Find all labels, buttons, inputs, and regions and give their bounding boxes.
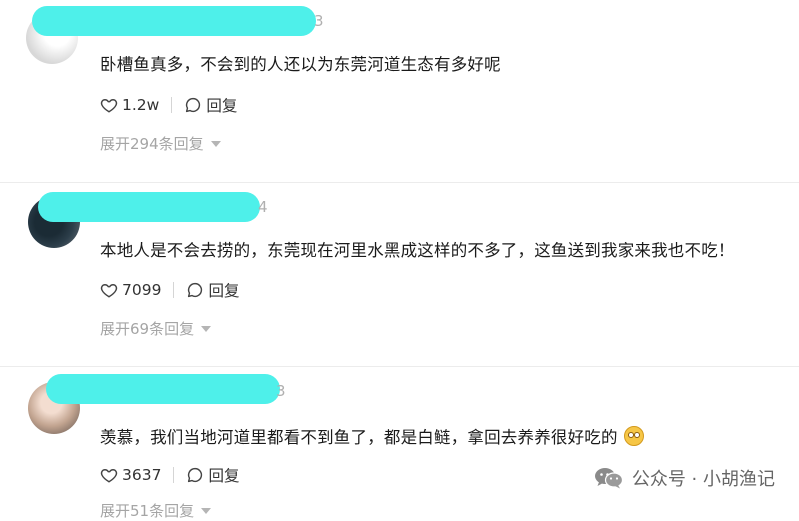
comment-text: 卧槽鱼真多，不会到的人还以为东莞河道生态有多好呢 <box>100 55 501 74</box>
expand-replies-button[interactable]: 展开294条回复 <box>100 133 221 154</box>
reply-label: 回复 <box>206 97 238 115</box>
heart-icon <box>100 99 118 113</box>
reply-bubble-icon <box>186 97 201 113</box>
comment-actions: 7099 回复 <box>100 279 239 301</box>
comment-actions: 1.2w 回复 <box>100 94 237 116</box>
like-count: 1.2w <box>122 96 160 114</box>
comment-item: 4 本地人是不会去捞的，东莞现在河里水黑成这样的不多了，这鱼送到我家来我也不吃！… <box>0 186 799 366</box>
comment-text-body: 羡慕，我们当地河道里都看不到鱼了，都是白鲢，拿回去养养很好吃的 <box>100 428 618 447</box>
expand-replies-label: 展开294条回复 <box>100 135 204 153</box>
like-count: 3637 <box>122 466 162 484</box>
reply-button[interactable]: 回复 <box>186 279 239 301</box>
divider <box>173 467 175 483</box>
heart-icon <box>100 469 118 483</box>
heart-icon <box>100 284 118 298</box>
expand-replies-button[interactable]: 展开69条回复 <box>100 318 212 339</box>
comment-actions: 3637 回复 <box>100 464 239 486</box>
reply-bubble-icon <box>188 282 203 298</box>
like-button[interactable]: 1.2w <box>100 96 159 114</box>
divider <box>171 97 173 113</box>
username-tail: 3 <box>276 382 286 400</box>
comment-text: 本地人是不会去捞的，东莞现在河里水黑成这样的不多了，这鱼送到我家来我也不吃！ <box>100 241 735 260</box>
username-redacted[interactable] <box>46 374 280 404</box>
watermark-label: 公众号 · 小胡渔记 <box>631 469 775 490</box>
reply-label: 回复 <box>208 467 240 485</box>
watermark: 公众号 · 小胡渔记 <box>594 465 775 491</box>
comment-divider <box>0 366 799 367</box>
divider <box>173 282 175 298</box>
username-redacted[interactable] <box>38 192 260 222</box>
wechat-icon <box>594 468 623 489</box>
username-redacted[interactable] <box>32 6 316 36</box>
expand-replies-label: 展开69条回复 <box>100 320 195 338</box>
reply-button[interactable]: 回复 <box>186 464 239 486</box>
comment-item: 3 卧槽鱼真多，不会到的人还以为东莞河道生态有多好呢 1.2w 回复 展开294… <box>0 0 799 180</box>
reply-button[interactable]: 回复 <box>184 94 237 116</box>
chevron-down-icon <box>201 325 212 332</box>
drooling-emoji-icon <box>623 426 644 446</box>
username-tail: 3 <box>314 12 324 30</box>
like-button[interactable]: 7099 <box>100 281 161 299</box>
username-tail: 4 <box>258 198 268 216</box>
reply-label: 回复 <box>208 282 240 300</box>
comment-text: 羡慕，我们当地河道里都看不到鱼了，都是白鲢，拿回去养养很好吃的 <box>100 424 644 448</box>
like-count: 7099 <box>122 281 162 299</box>
comment-divider <box>0 182 799 183</box>
like-button[interactable]: 3637 <box>100 466 161 484</box>
reply-bubble-icon <box>188 467 203 483</box>
chevron-down-icon <box>210 140 221 147</box>
